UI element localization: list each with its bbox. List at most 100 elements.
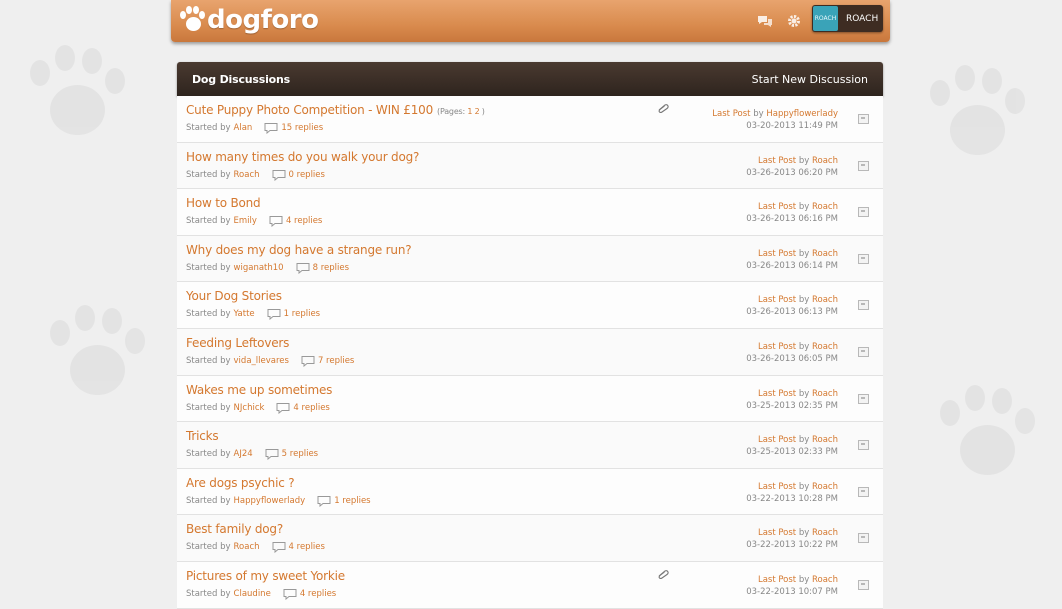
last-post-author-link[interactable]: Roach: [812, 575, 838, 585]
started-by-label: Started by: [186, 495, 231, 506]
last-post-author-link[interactable]: Roach: [812, 482, 838, 492]
thread-meta: Started by Yatte 1 replies: [186, 308, 320, 321]
last-post-author-link[interactable]: Roach: [812, 528, 838, 538]
thread-author-link[interactable]: wiganath10: [234, 263, 284, 273]
thread-title-link[interactable]: Best family dog?: [186, 522, 283, 536]
last-post-link[interactable]: Last Post: [758, 389, 796, 399]
replies-count-link[interactable]: 8 replies: [313, 263, 349, 273]
thread-title-link[interactable]: Feeding Leftovers: [186, 336, 289, 350]
thread-author-link[interactable]: Claudine: [234, 589, 271, 599]
last-post-link[interactable]: Last Post: [758, 202, 796, 212]
last-post-author-link[interactable]: Roach: [812, 156, 838, 166]
thread-meta: Started by Roach 4 replies: [186, 541, 325, 554]
jump-to-post-icon[interactable]: [858, 346, 869, 357]
started-by-label: Started by: [186, 169, 231, 180]
jump-to-post-icon[interactable]: [858, 486, 869, 497]
replies-count-link[interactable]: 4 replies: [289, 542, 325, 552]
replies-count-link[interactable]: 15 replies: [281, 123, 323, 133]
thread-author-link[interactable]: Alan: [234, 123, 253, 133]
jump-to-post-icon[interactable]: [858, 207, 869, 218]
thread-title-link[interactable]: Pictures of my sweet Yorkie: [186, 569, 345, 583]
gear-icon[interactable]: [786, 13, 802, 29]
page-2-link[interactable]: 2: [475, 107, 480, 116]
background-paw-icon: [20, 40, 130, 150]
last-post-author-link[interactable]: Roach: [812, 295, 838, 305]
jump-to-post-icon[interactable]: [858, 160, 869, 171]
last-post-author-link[interactable]: Roach: [812, 249, 838, 259]
last-post-author-link[interactable]: Roach: [812, 342, 838, 352]
thread-row: Your Dog Stories Started by Yatte 1 repl…: [177, 282, 883, 329]
jump-to-post-icon[interactable]: [858, 393, 869, 404]
jump-to-post-icon[interactable]: [858, 579, 869, 590]
last-post-link[interactable]: Last Post: [758, 482, 796, 492]
replies-bubble-icon: [272, 542, 286, 554]
last-post-info: Last Post by Roach 03-26-2013 06:05 PM: [746, 341, 838, 365]
conversations-icon[interactable]: [757, 13, 773, 29]
thread-title-link[interactable]: Wakes me up sometimes: [186, 383, 332, 397]
site-logo[interactable]: dogforo: [179, 3, 319, 37]
thread-row: Best family dog? Started by Roach 4 repl…: [177, 515, 883, 562]
last-post-author-link[interactable]: Roach: [812, 202, 838, 212]
last-post-link[interactable]: Last Post: [758, 528, 796, 538]
started-by-label: Started by: [186, 449, 231, 460]
thread-author-link[interactable]: Roach: [234, 170, 260, 180]
page-1-link[interactable]: 1: [467, 107, 472, 116]
last-post-link[interactable]: Last Post: [758, 156, 796, 166]
start-new-discussion-link[interactable]: Start New Discussion: [752, 73, 868, 86]
last-post-date: 03-26-2013 06:13 PM: [746, 307, 838, 318]
thread-author-link[interactable]: Yatte: [234, 309, 255, 319]
thread-author-link[interactable]: AJ24: [234, 449, 253, 459]
thread-author-link[interactable]: Roach: [234, 542, 260, 552]
replies-count-link[interactable]: 0 replies: [289, 170, 325, 180]
thread-author-link[interactable]: vida_llevares: [234, 356, 289, 366]
last-post-date: 03-26-2013 06:20 PM: [746, 167, 838, 178]
last-post-info: Last Post by Roach 03-25-2013 02:33 PM: [746, 434, 838, 458]
background-paw-icon: [920, 60, 1030, 170]
last-post-info: Last Post by Roach 03-25-2013 02:35 PM: [746, 388, 838, 412]
last-post-author-link[interactable]: Happyflowerlady: [766, 109, 838, 119]
last-post-link[interactable]: Last Post: [758, 575, 796, 585]
background-paw-icon: [40, 300, 150, 410]
replies-count-link[interactable]: 1 replies: [334, 496, 370, 506]
jump-to-post-icon[interactable]: [858, 114, 869, 124]
thread-title-link[interactable]: Cute Puppy Photo Competition - WIN £100(…: [186, 103, 485, 117]
by-label: by: [798, 248, 810, 259]
last-post-info: Last Post by Roach 03-26-2013 06:20 PM: [746, 155, 838, 179]
last-post-link[interactable]: Last Post: [758, 249, 796, 259]
last-post-author-link[interactable]: Roach: [812, 389, 838, 399]
last-post-author-link[interactable]: Roach: [812, 435, 838, 445]
last-post-link[interactable]: Last Post: [712, 109, 750, 119]
replies-count-link[interactable]: 1 replies: [284, 309, 320, 319]
replies-count-link[interactable]: 5 replies: [282, 449, 318, 459]
last-post-date: 03-25-2013 02:35 PM: [746, 400, 838, 411]
jump-to-post-icon[interactable]: [858, 253, 869, 264]
started-by-label: Started by: [186, 123, 231, 133]
thread-meta: Started by Happyflowerlady 1 replies: [186, 495, 371, 507]
discussion-panel: Dog Discussions Start New Discussion Cut…: [177, 62, 883, 609]
thread-title-link[interactable]: How to Bond: [186, 196, 261, 210]
jump-to-post-icon[interactable]: [858, 300, 869, 311]
last-post-link[interactable]: Last Post: [758, 342, 796, 352]
jump-to-post-icon[interactable]: [858, 440, 869, 451]
last-post-link[interactable]: Last Post: [758, 435, 796, 445]
user-menu-button[interactable]: ROACH ROACH: [812, 5, 883, 32]
thread-author-link[interactable]: NJchick: [234, 403, 265, 413]
replies-count-link[interactable]: 4 replies: [300, 589, 336, 599]
thread-list: Cute Puppy Photo Competition - WIN £100(…: [177, 96, 883, 609]
jump-to-post-icon[interactable]: [858, 533, 869, 544]
thread-title-link[interactable]: Your Dog Stories: [186, 289, 282, 303]
thread-author-link[interactable]: Happyflowerlady: [234, 496, 306, 506]
replies-count-link[interactable]: 7 replies: [318, 356, 354, 366]
thread-title-link[interactable]: How many times do you walk your dog?: [186, 150, 419, 164]
last-post-link[interactable]: Last Post: [758, 295, 796, 305]
replies-count-link[interactable]: 4 replies: [293, 403, 329, 413]
thread-title-link[interactable]: Why does my dog have a strange run?: [186, 243, 412, 257]
replies-bubble-icon: [317, 495, 331, 507]
thread-title-link[interactable]: Are dogs psychic ?: [186, 476, 295, 490]
replies-bubble-icon: [301, 355, 315, 367]
replies-count-link[interactable]: 4 replies: [286, 216, 322, 226]
last-post-info: Last Post by Happyflowerlady 03-20-2013 …: [712, 108, 838, 132]
last-post-info: Last Post by Roach 03-26-2013 06:13 PM: [746, 294, 838, 318]
thread-author-link[interactable]: Emily: [234, 216, 257, 226]
thread-title-link[interactable]: Tricks: [186, 429, 219, 443]
